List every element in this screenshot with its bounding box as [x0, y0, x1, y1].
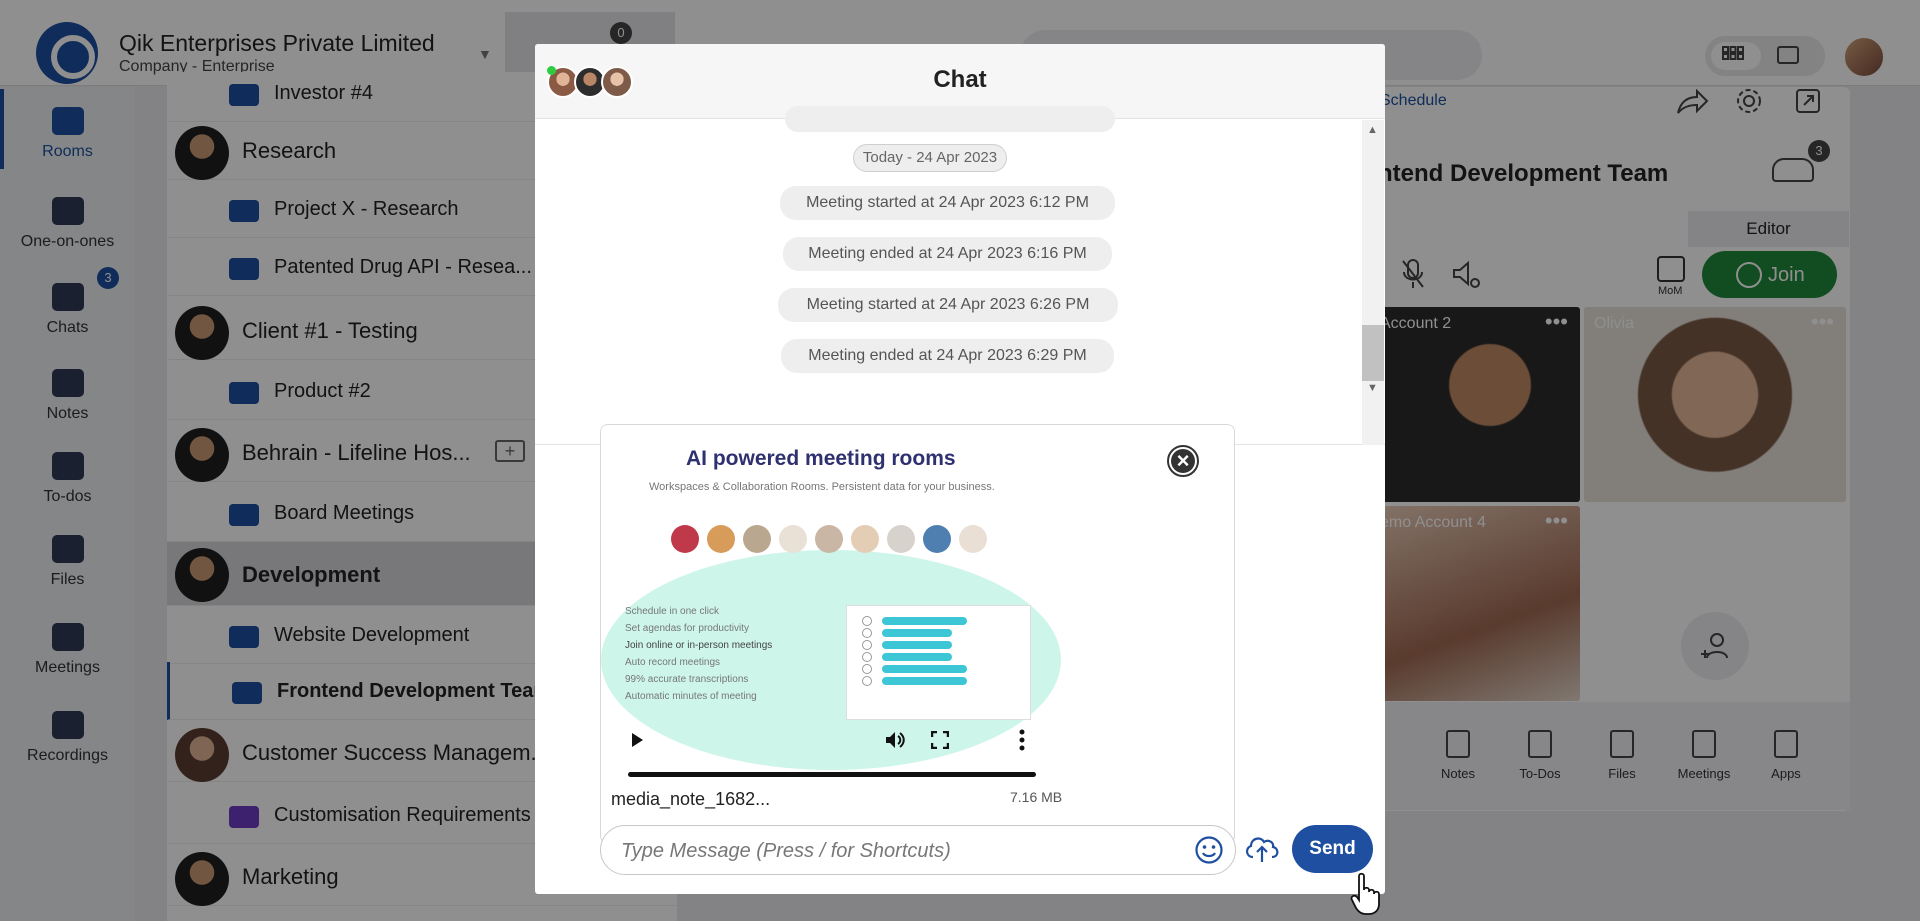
upload-icon[interactable] — [1243, 831, 1281, 865]
video-progress-bar[interactable] — [628, 772, 1036, 777]
volume-icon[interactable] — [884, 730, 906, 750]
feature-item: Set agendas for productivity — [625, 623, 749, 634]
message-input[interactable] — [621, 838, 1181, 864]
close-attachment-button[interactable] — [1167, 445, 1199, 477]
video-frame-feature-list: Schedule in one click Set agendas for pr… — [625, 603, 772, 705]
attachment-file-name: media_note_1682... — [611, 789, 771, 809]
bar-graphic — [882, 677, 967, 685]
message-input-container — [600, 825, 1236, 875]
checkbox-graphic — [862, 628, 872, 638]
video-player[interactable]: AI powered meeting rooms Workspaces & Co… — [601, 425, 1234, 775]
avatar — [779, 525, 807, 553]
feature-item: 99% accurate transcriptions — [625, 674, 749, 685]
checkbox-graphic — [862, 664, 872, 674]
attachment-preview: AI powered meeting rooms Workspaces & Co… — [600, 424, 1235, 844]
message-event: Meeting started at 24 Apr 2023 6:12 PM — [780, 186, 1115, 220]
hand-cursor-icon — [1350, 872, 1380, 915]
bar-graphic — [882, 653, 952, 661]
play-icon[interactable] — [632, 733, 643, 747]
video-frame-screenshot — [846, 605, 1031, 720]
video-frame-avatars — [671, 525, 991, 553]
video-frame-subtitle: Workspaces & Collaboration Rooms. Persis… — [649, 481, 995, 493]
checkbox-graphic — [862, 652, 872, 662]
avatar — [887, 525, 915, 553]
feature-item: Automatic minutes of meeting — [625, 691, 757, 702]
scroll-down-arrow-icon[interactable]: ▼ — [1367, 382, 1378, 394]
chat-scrollbar[interactable] — [1362, 120, 1384, 445]
bar-graphic — [882, 665, 967, 673]
avatar — [707, 525, 735, 553]
bar-graphic — [882, 641, 952, 649]
avatar — [851, 525, 879, 553]
chat-scrollbar-thumb[interactable] — [1362, 325, 1384, 381]
avatar — [671, 525, 699, 553]
chat-modal: Chat Today - 24 Apr 2023 Meeting started… — [535, 44, 1385, 894]
feature-item: Join online or in-person meetings — [625, 640, 773, 651]
message-event: Meeting ended at 24 Apr 2023 6:29 PM — [781, 339, 1114, 373]
checkbox-graphic — [862, 640, 872, 650]
avatar — [815, 525, 843, 553]
video-frame-title: AI powered meeting rooms — [686, 447, 956, 470]
bar-graphic — [882, 629, 952, 637]
emoji-icon[interactable] — [1194, 835, 1224, 865]
send-button[interactable]: Send — [1292, 825, 1373, 873]
chat-messages: Today - 24 Apr 2023 Meeting started at 2… — [535, 106, 1385, 445]
video-controls — [601, 715, 1234, 775]
avatar — [959, 525, 987, 553]
fullscreen-icon[interactable] — [931, 731, 949, 749]
message-event: Meeting started at 24 Apr 2023 6:26 PM — [778, 288, 1118, 322]
bar-graphic — [882, 617, 967, 625]
feature-item: Auto record meetings — [625, 657, 721, 668]
feature-item: Schedule in one click — [625, 606, 719, 617]
chat-title: Chat — [933, 66, 987, 93]
date-separator: Today - 24 Apr 2023 — [853, 144, 1007, 172]
checkbox-graphic — [862, 616, 872, 626]
avatar — [923, 525, 951, 553]
more-options-icon[interactable] — [1019, 729, 1025, 751]
scroll-up-arrow-icon[interactable]: ▲ — [1367, 124, 1378, 136]
avatar — [743, 525, 771, 553]
attachment-file-size: 7.16 MB — [1010, 789, 1063, 805]
message-event: Meeting ended at 24 Apr 2023 6:16 PM — [783, 237, 1112, 271]
message-event — [785, 106, 1115, 132]
checkbox-graphic — [862, 676, 872, 686]
